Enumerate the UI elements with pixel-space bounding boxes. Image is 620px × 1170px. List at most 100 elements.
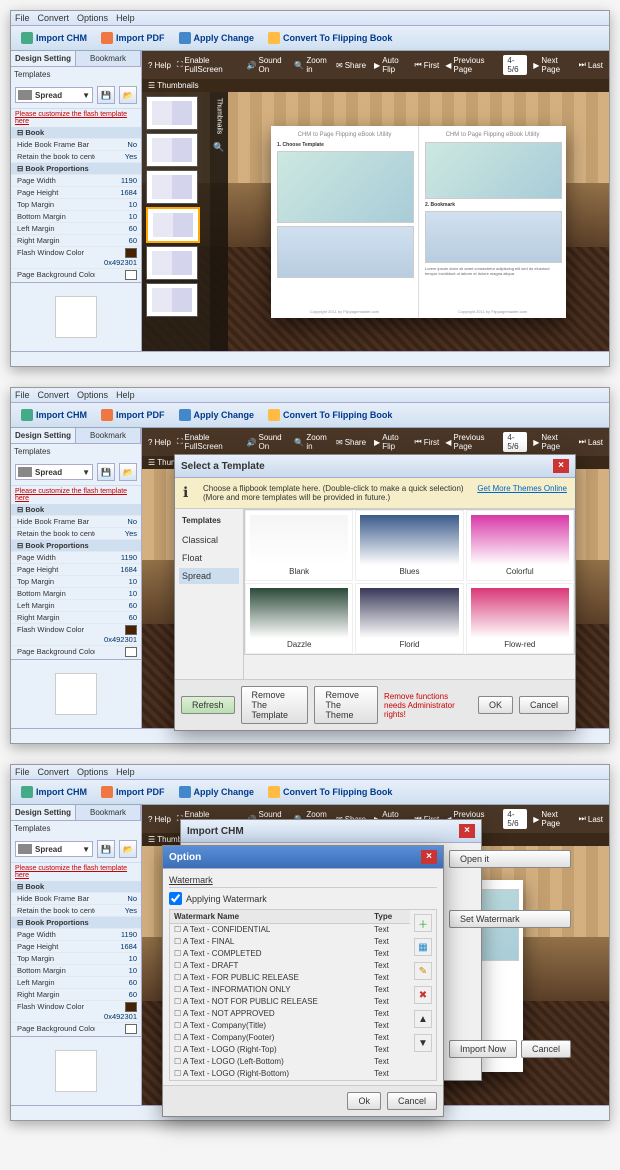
watermark-row[interactable]: A Text - INFORMATION ONLYText [170, 984, 410, 996]
watermark-row[interactable]: A Text - LOGO (Left-Bottom)Text [170, 1056, 410, 1068]
property-row[interactable]: Retain the book to centerYes [11, 528, 141, 540]
next-page-button[interactable]: ▶ Next Page [533, 56, 572, 74]
property-row[interactable]: Right Margin60 [11, 235, 141, 247]
template-cell-dazzle[interactable]: Dazzle [245, 583, 353, 654]
watermark-row[interactable]: A Text - LOGO (Right-Top)Text [170, 1044, 410, 1056]
thumbnail-6[interactable] [146, 283, 198, 317]
category-float[interactable]: Float [179, 550, 239, 566]
open-it-button[interactable]: Open it [449, 850, 571, 868]
property-row[interactable]: Hide Book Frame BarNo [11, 139, 141, 151]
convert-button[interactable]: Convert To Flipping Book [264, 30, 396, 46]
property-row[interactable]: Page Height1684 [11, 187, 141, 199]
property-row[interactable]: Page Background Color 0xFFFFFF [11, 269, 141, 282]
watermark-row[interactable]: A Text - Company(Footer)Text [170, 1032, 410, 1044]
thumbnail-3[interactable] [146, 170, 198, 204]
property-row[interactable]: Flash Window Color 0x492301 [11, 247, 141, 269]
thumbnail-5[interactable] [146, 246, 198, 280]
applying-watermark-checkbox[interactable]: Applying Watermark [169, 892, 437, 905]
watermark-row[interactable]: A Text - CONFIDENTIALText [170, 924, 410, 936]
property-row[interactable]: Bottom Margin10 [11, 965, 141, 977]
property-row[interactable]: ⊟ Book [11, 504, 141, 516]
import-chm-button[interactable]: Import CHM [17, 30, 91, 46]
watermark-row[interactable]: A Text - NOT APPROVEDText [170, 1008, 410, 1020]
property-row[interactable]: ⊟ Book Proportions [11, 917, 141, 929]
property-row[interactable]: Page Height1684 [11, 564, 141, 576]
property-row[interactable]: ⊟ Book [11, 881, 141, 893]
property-row[interactable]: ⊟ Book [11, 127, 141, 139]
property-row[interactable]: Top Margin10 [11, 953, 141, 965]
close-icon[interactable]: × [421, 850, 437, 864]
property-row[interactable]: Page Width1190 [11, 929, 141, 941]
import-pdf-button[interactable]: Import PDF [97, 407, 169, 423]
property-row[interactable]: Retain the book to centerYes [11, 151, 141, 163]
autoflip-button[interactable]: ▶ Auto Flip [374, 56, 408, 74]
apply-change-button[interactable]: Apply Change [175, 407, 259, 423]
last-page-button[interactable]: ⏭ Last [579, 60, 603, 70]
property-row[interactable]: Top Margin10 [11, 576, 141, 588]
refresh-button[interactable]: Refresh [181, 696, 235, 714]
property-row[interactable]: ⊟ Book Proportions [11, 540, 141, 552]
property-row[interactable]: Bottom Margin10 [11, 588, 141, 600]
thumbnail-strip[interactable] [142, 92, 210, 351]
customize-link[interactable]: Please customize the flash template here [11, 109, 141, 127]
watermark-row[interactable]: A Text - DRAFTText [170, 960, 410, 972]
delete-icon[interactable]: ✖ [414, 986, 432, 1004]
category-spread[interactable]: Spread [179, 568, 239, 584]
get-more-themes-link[interactable]: Get More Themes Online [477, 484, 567, 502]
watermark-tab[interactable]: Watermark [169, 875, 213, 885]
help-button[interactable]: ? Help [148, 56, 171, 74]
apply-change-button[interactable]: Apply Change [175, 30, 259, 46]
property-row[interactable]: Hide Book Frame BarNo [11, 516, 141, 528]
property-row[interactable]: Page Width1190 [11, 552, 141, 564]
menu-help[interactable]: Help [116, 13, 135, 23]
thumbnail-2[interactable] [146, 133, 198, 167]
prev-page-button[interactable]: ◀ Previous Page [445, 56, 497, 74]
template-selector[interactable]: Spread▼ [15, 87, 93, 103]
share-button[interactable]: ✉ Share [336, 56, 366, 74]
watermark-row[interactable]: A Text - FINALText [170, 936, 410, 948]
thumbnail-4[interactable] [146, 207, 200, 243]
add-image-icon[interactable]: ▦ [414, 938, 432, 956]
thumbnail-1[interactable] [146, 96, 198, 130]
move-up-icon[interactable]: ▲ [414, 1010, 432, 1028]
add-icon[interactable]: ＋ [414, 914, 432, 932]
menu-convert[interactable]: Convert [38, 13, 70, 23]
remove-theme-button[interactable]: Remove The Theme [314, 686, 378, 724]
ok-button[interactable]: OK [478, 696, 513, 714]
first-page-button[interactable]: ⏮ First [414, 60, 439, 70]
save-template-button[interactable]: 💾 [97, 86, 115, 104]
open-template-button[interactable]: 📂 [119, 86, 137, 104]
tab-design-setting[interactable]: Design Setting [11, 51, 76, 66]
edit-icon[interactable]: ✎ [414, 962, 432, 980]
cancel-button[interactable]: Cancel [521, 1040, 571, 1058]
menu-options[interactable]: Options [77, 13, 108, 23]
property-row[interactable]: Right Margin60 [11, 612, 141, 624]
watermark-row[interactable]: A Text - NOT FOR PUBLIC RELEASEText [170, 996, 410, 1008]
sound-button[interactable]: 🔊 Sound On [247, 56, 289, 74]
watermark-row[interactable]: A Text - Dynamic - (title)Text [170, 1080, 410, 1081]
import-now-button[interactable]: Import Now [449, 1040, 517, 1058]
set-watermark-button[interactable]: Set Watermark [449, 910, 571, 928]
tab-bookmark[interactable]: Bookmark [76, 51, 141, 66]
property-row[interactable]: Left Margin60 [11, 223, 141, 235]
watermark-table[interactable]: Watermark NameType A Text - CONFIDENTIAL… [170, 910, 410, 1080]
property-row[interactable]: ⊟ Book Proportions [11, 163, 141, 175]
move-down-icon[interactable]: ▼ [414, 1034, 432, 1052]
zoom-button[interactable]: 🔍 Zoom in [294, 56, 330, 74]
cancel-button[interactable]: Cancel [519, 696, 569, 714]
close-icon[interactable]: × [553, 459, 569, 473]
ok-button[interactable]: Ok [347, 1092, 381, 1110]
property-row[interactable]: Page Background Color 0xFFFFFF [11, 1023, 141, 1036]
template-cell-flow-red[interactable]: Flow-red [466, 583, 574, 654]
page-indicator[interactable]: 4-5/6 [503, 55, 527, 75]
property-tree[interactable]: ⊟ BookHide Book Frame BarNoRetain the bo… [11, 127, 141, 282]
category-classical[interactable]: Classical [179, 532, 239, 548]
property-row[interactable]: Left Margin60 [11, 977, 141, 989]
property-row[interactable]: Bottom Margin10 [11, 211, 141, 223]
search-icon[interactable]: 🔍 [213, 142, 224, 153]
cancel-button[interactable]: Cancel [387, 1092, 437, 1110]
property-row[interactable]: Hide Book Frame BarNo [11, 893, 141, 905]
property-row[interactable]: Retain the book to centerYes [11, 905, 141, 917]
watermark-row[interactable]: A Text - COMPLETEDText [170, 948, 410, 960]
template-cell-colorful[interactable]: Colorful [466, 510, 574, 581]
